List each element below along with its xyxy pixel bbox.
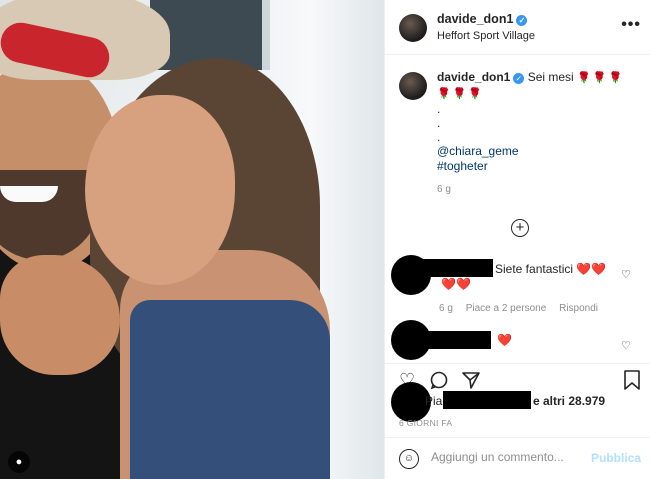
avatar[interactable] [399,72,427,100]
verified-icon: ✓ [513,73,525,84]
comment-time[interactable]: 6 g [439,303,453,314]
censored-username [421,331,491,349]
likes-row: Piace e altri 28.979 [385,382,650,422]
user-tag-icon[interactable]: ● [8,451,30,473]
caption-time[interactable]: 6 g [437,182,637,197]
photo-smile [0,186,58,202]
heart-icon[interactable]: ♡ [621,269,633,281]
roses-line-2: 🌹🌹🌹 [437,88,485,100]
comment-hearts-line: ❤️❤️ [441,277,471,291]
post-side-panel: davide_don1 ✓ Heffort Sport Village ••• d… [384,0,650,479]
censored-username [421,259,493,277]
comment: Siete fantastici ❤️❤️ ❤️❤️ 6 g Piace a 2… [385,255,650,321]
hashtag-link[interactable]: #togheter [437,159,637,174]
likes-count[interactable]: e altri 28.979 [533,394,605,408]
photo-woman [85,95,235,285]
comment: ❤️ ♡ [385,320,650,360]
emoji-icon[interactable]: ☺ [399,449,419,469]
reply-button[interactable]: Rispondi [559,303,598,314]
verified-icon: ✓ [516,15,528,26]
caption-dot: . [437,116,441,130]
heart-icon[interactable]: ♡ [621,340,633,352]
header-username-row: davide_don1 ✓ [437,12,528,26]
header-username[interactable]: davide_don1 [437,12,513,26]
avatar[interactable] [399,14,427,42]
more-icon[interactable]: ••• [621,16,641,34]
roses-line-1: 🌹🌹🌹 [577,72,625,84]
comment-line: Siete fantastici ❤️❤️ [495,262,606,276]
caption-dot: . [437,102,441,116]
location-link[interactable]: Heffort Sport Village [437,30,535,42]
post-photo[interactable]: ● [0,0,384,479]
add-comment-bar: ☺ Pubblica [385,437,650,479]
caption-body: davide_don1 ✓ Sei mesi 🌹🌹🌹 🌹🌹🌹 . . . @chi… [437,70,637,197]
add-circle-icon[interactable]: + [511,219,529,237]
mention-link[interactable]: @chiara_geme [437,144,637,159]
comment-text: Siete fantastici [495,262,574,276]
comment-line: ❤️ [497,333,512,347]
post-header: davide_don1 ✓ Heffort Sport Village ••• [385,0,650,55]
caption-dot: . [437,130,441,144]
censored-username [443,391,531,409]
comment-hearts: ❤️❤️ [441,277,471,291]
publish-button[interactable]: Pubblica [591,451,641,465]
comment-meta: 6 g Piace a 2 persone Rispondi [439,303,608,314]
comment-hearts: ❤️❤️ [576,262,607,276]
comment-hearts: ❤️ [497,333,512,347]
comment-likes[interactable]: Piace a 2 persone [466,303,547,314]
comment-input[interactable] [431,450,581,464]
post-date[interactable]: 6 GIORNI FA [399,418,452,428]
caption-text: Sei mesi [527,70,574,84]
caption-username[interactable]: davide_don1 [437,70,510,84]
photo-top [130,300,330,479]
